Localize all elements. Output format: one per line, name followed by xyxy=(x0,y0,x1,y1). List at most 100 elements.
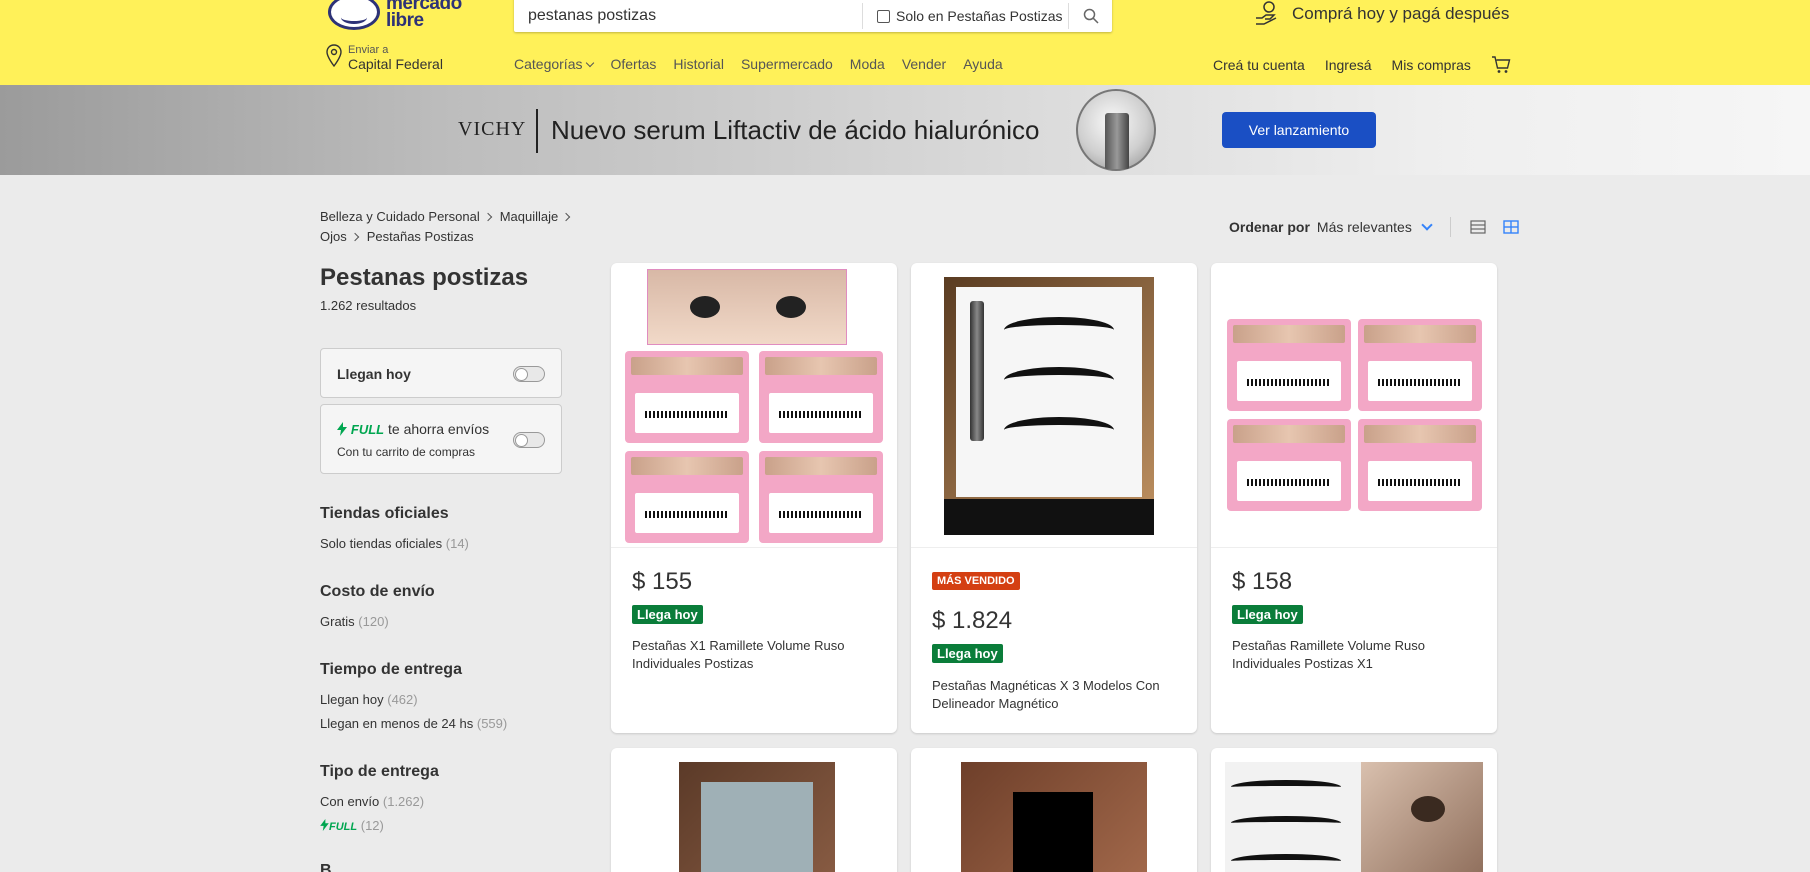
lightning-icon xyxy=(337,422,347,436)
login-link[interactable]: Ingresá xyxy=(1325,57,1372,73)
banner-cta-button[interactable]: Ver lanzamiento xyxy=(1222,112,1376,148)
search-icon xyxy=(1083,8,1099,24)
product-image[interactable] xyxy=(611,263,897,548)
mercadolibre-logo[interactable]: mercado libre xyxy=(328,0,462,30)
nav-categories[interactable]: Categorías xyxy=(514,56,595,72)
filter-heading: Costo de envío xyxy=(320,583,435,600)
search-button[interactable] xyxy=(1068,3,1112,29)
sort-dropdown[interactable]: Más relevantes xyxy=(1317,219,1412,235)
shipping-location[interactable]: Enviar a Capital Federal xyxy=(326,44,443,72)
lash-pack-image xyxy=(1227,419,1351,511)
account-nav: Creá tu cuenta Ingresá Mis compras xyxy=(1213,56,1511,74)
location-value: Capital Federal xyxy=(348,56,443,72)
header: mercado libre Solo en Pestañas Postizas … xyxy=(0,0,1810,85)
filter-heading: Tiendas oficiales xyxy=(320,505,449,522)
banner-headline: Nuevo serum Liftactiv de ácido hialuróni… xyxy=(551,115,1040,145)
nav-supermarket[interactable]: Supermercado xyxy=(741,56,833,72)
filter-option[interactable]: FULL (12) xyxy=(320,818,384,833)
cart-icon[interactable] xyxy=(1491,56,1511,74)
page-title: Pestanas postizas xyxy=(320,264,529,291)
serum-bottle-image xyxy=(1105,113,1129,169)
breadcrumb-item[interactable]: Belleza y Cuidado Personal xyxy=(320,209,480,224)
filter-heading: Tipo de entrega xyxy=(320,763,439,780)
product-title[interactable]: Pestañas X1 Ramillete Volume Ruso Indivi… xyxy=(632,637,882,673)
page: mercado libre Solo en Pestañas Postizas … xyxy=(0,0,1810,872)
filter-option[interactable]: Gratis (120) xyxy=(320,614,389,629)
filter-option[interactable]: Llegan en menos de 24 hs (559) xyxy=(320,716,507,731)
search-scope-label: Solo en Pestañas Postizas xyxy=(896,8,1063,24)
breadcrumb-item[interactable]: Pestañas Postizas xyxy=(367,229,474,244)
location-label: Enviar a xyxy=(348,44,389,56)
location-pin-icon xyxy=(326,44,342,68)
brand-logo: VICHY xyxy=(458,118,527,140)
logo-text-line2: libre xyxy=(386,10,424,31)
product-card[interactable] xyxy=(611,748,897,872)
magnetic-lash-box-image xyxy=(944,277,1154,535)
product-title[interactable]: Pestañas Magnéticas X 3 Modelos Con Deli… xyxy=(932,677,1182,713)
search-bar: Solo en Pestañas Postizas xyxy=(514,0,1112,32)
bestseller-badge: MÁS VENDIDO xyxy=(932,572,1020,590)
grid-view-icon[interactable] xyxy=(1503,220,1519,234)
nav-fashion[interactable]: Moda xyxy=(850,56,885,72)
full-badge: FULL xyxy=(350,422,385,437)
lash-pack-image xyxy=(1358,319,1482,411)
product-price: $ 1.824 xyxy=(932,607,1013,634)
product-price: $ 158 xyxy=(1232,568,1293,595)
promo-banner[interactable]: VICHY Nuevo serum Liftactiv de ácido hia… xyxy=(0,85,1810,175)
filter-full-shipping[interactable]: FULL te ahorra envíos Con tu carrito de … xyxy=(320,404,562,474)
product-image[interactable] xyxy=(1225,762,1483,872)
product-image[interactable] xyxy=(961,762,1147,872)
create-account-link[interactable]: Creá tu cuenta xyxy=(1213,57,1305,73)
chevron-right-icon xyxy=(350,232,359,242)
brand-divider xyxy=(536,109,538,153)
filter-option[interactable]: Llegan hoy (462) xyxy=(320,692,418,707)
lash-pack-image xyxy=(1358,419,1482,511)
filter-option[interactable]: Con envío (1.262) xyxy=(320,794,424,809)
hand-coin-icon xyxy=(1256,1,1277,25)
chevron-down-icon xyxy=(586,58,595,68)
product-image[interactable] xyxy=(679,762,835,872)
search-scope-filter[interactable]: Solo en Pestañas Postizas xyxy=(862,3,1068,29)
list-view-icon[interactable] xyxy=(1470,220,1486,234)
nav-help[interactable]: Ayuda xyxy=(963,56,1002,72)
filter-sublabel: Con tu carrito de compras xyxy=(337,445,476,459)
product-card[interactable]: MÁS VENDIDO $ 1.824 Llega hoy Pestañas M… xyxy=(911,263,1197,733)
delivery-badge: Llega hoy xyxy=(932,644,1003,663)
search-input[interactable] xyxy=(514,0,862,32)
main-nav: Categorías Ofertas Historial Supermercad… xyxy=(514,56,1003,72)
product-image[interactable] xyxy=(911,263,1197,548)
delivery-badge: Llega hoy xyxy=(1232,605,1303,624)
delivery-badge: Llega hoy xyxy=(632,605,703,624)
product-title[interactable]: Pestañas Ramillete Volume Ruso Individua… xyxy=(1232,637,1482,673)
results-count: 1.262 resultados xyxy=(320,298,417,313)
nav-sell[interactable]: Vender xyxy=(902,56,946,72)
chevron-down-icon[interactable] xyxy=(1421,219,1433,231)
sort-controls: Ordenar por Más relevantes xyxy=(1229,217,1519,237)
lash-pack-image xyxy=(625,451,749,543)
filter-label: te ahorra envíos xyxy=(388,421,490,437)
my-purchases-link[interactable]: Mis compras xyxy=(1392,57,1471,73)
lash-pack-image xyxy=(1227,319,1351,411)
product-image[interactable] xyxy=(1211,263,1497,548)
promo-link[interactable]: Comprá hoy y pagá después xyxy=(1254,0,1509,28)
filter-option[interactable]: Solo tiendas oficiales (14) xyxy=(320,536,469,551)
nav-offers[interactable]: Ofertas xyxy=(610,56,656,72)
scope-checkbox[interactable] xyxy=(877,9,890,23)
toggle-switch[interactable] xyxy=(513,432,545,448)
lash-pack-image xyxy=(759,351,883,443)
filter-heading: Tiempo de entrega xyxy=(320,661,462,678)
breadcrumb-item[interactable]: Ojos xyxy=(320,229,347,244)
sort-label: Ordenar por xyxy=(1229,219,1310,235)
product-card[interactable]: $ 158 Llega hoy Pestañas Ramillete Volum… xyxy=(1211,263,1497,733)
nav-history[interactable]: Historial xyxy=(673,56,724,72)
product-card[interactable]: $ 155 Llega hoy Pestañas X1 Ramillete Vo… xyxy=(611,263,897,733)
breadcrumb-item[interactable]: Maquillaje xyxy=(500,209,559,224)
product-card[interactable] xyxy=(1211,748,1497,872)
filter-arrives-today[interactable]: Llegan hoy xyxy=(320,348,562,398)
product-card[interactable] xyxy=(911,748,1197,872)
promo-text: Comprá hoy y pagá después xyxy=(1292,4,1510,23)
chevron-right-icon xyxy=(483,212,492,222)
filter-heading-partial: B xyxy=(320,862,332,872)
toggle-switch[interactable] xyxy=(513,366,545,382)
filter-label: Llegan hoy xyxy=(337,366,411,382)
